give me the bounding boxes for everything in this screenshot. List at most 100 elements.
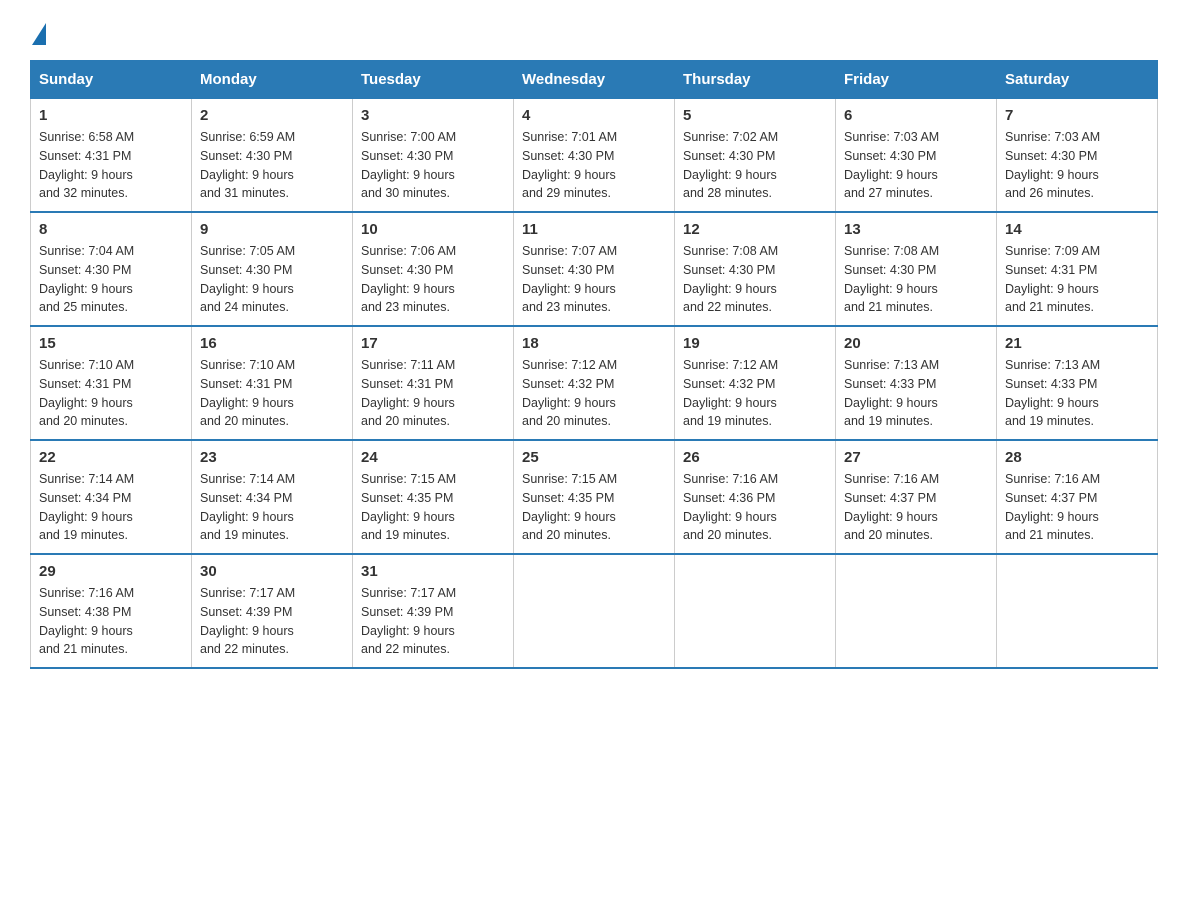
calendar-cell [836,554,997,668]
day-number: 10 [361,221,505,238]
day-info: Sunrise: 7:13 AM Sunset: 4:33 PM Dayligh… [844,356,988,431]
calendar-week-2: 8 Sunrise: 7:04 AM Sunset: 4:30 PM Dayli… [31,212,1158,326]
calendar-cell: 15 Sunrise: 7:10 AM Sunset: 4:31 PM Dayl… [31,326,192,440]
calendar-cell: 16 Sunrise: 7:10 AM Sunset: 4:31 PM Dayl… [192,326,353,440]
calendar-cell: 1 Sunrise: 6:58 AM Sunset: 4:31 PM Dayli… [31,99,192,213]
day-number: 27 [844,449,988,466]
day-info: Sunrise: 7:16 AM Sunset: 4:37 PM Dayligh… [844,470,988,545]
day-info: Sunrise: 7:15 AM Sunset: 4:35 PM Dayligh… [361,470,505,545]
day-info: Sunrise: 7:17 AM Sunset: 4:39 PM Dayligh… [361,584,505,659]
day-number: 11 [522,221,666,238]
day-number: 5 [683,107,827,124]
day-info: Sunrise: 7:10 AM Sunset: 4:31 PM Dayligh… [200,356,344,431]
calendar-cell: 12 Sunrise: 7:08 AM Sunset: 4:30 PM Dayl… [675,212,836,326]
day-number: 17 [361,335,505,352]
calendar-cell: 22 Sunrise: 7:14 AM Sunset: 4:34 PM Dayl… [31,440,192,554]
calendar-cell: 8 Sunrise: 7:04 AM Sunset: 4:30 PM Dayli… [31,212,192,326]
calendar-cell: 9 Sunrise: 7:05 AM Sunset: 4:30 PM Dayli… [192,212,353,326]
calendar-cell: 26 Sunrise: 7:16 AM Sunset: 4:36 PM Dayl… [675,440,836,554]
day-number: 28 [1005,449,1149,466]
day-number: 18 [522,335,666,352]
calendar-cell: 18 Sunrise: 7:12 AM Sunset: 4:32 PM Dayl… [514,326,675,440]
day-info: Sunrise: 7:16 AM Sunset: 4:36 PM Dayligh… [683,470,827,545]
day-info: Sunrise: 7:11 AM Sunset: 4:31 PM Dayligh… [361,356,505,431]
day-number: 16 [200,335,344,352]
logo [30,20,48,40]
day-info: Sunrise: 7:00 AM Sunset: 4:30 PM Dayligh… [361,128,505,203]
day-number: 13 [844,221,988,238]
calendar-header: SundayMondayTuesdayWednesdayThursdayFrid… [31,61,1158,99]
day-info: Sunrise: 7:09 AM Sunset: 4:31 PM Dayligh… [1005,242,1149,317]
day-number: 24 [361,449,505,466]
calendar-cell: 2 Sunrise: 6:59 AM Sunset: 4:30 PM Dayli… [192,99,353,213]
day-number: 15 [39,335,183,352]
calendar-cell: 31 Sunrise: 7:17 AM Sunset: 4:39 PM Dayl… [353,554,514,668]
calendar-cell: 6 Sunrise: 7:03 AM Sunset: 4:30 PM Dayli… [836,99,997,213]
calendar-cell: 11 Sunrise: 7:07 AM Sunset: 4:30 PM Dayl… [514,212,675,326]
day-number: 30 [200,563,344,580]
calendar-cell: 14 Sunrise: 7:09 AM Sunset: 4:31 PM Dayl… [997,212,1158,326]
day-number: 6 [844,107,988,124]
day-number: 2 [200,107,344,124]
day-info: Sunrise: 7:04 AM Sunset: 4:30 PM Dayligh… [39,242,183,317]
calendar-cell: 24 Sunrise: 7:15 AM Sunset: 4:35 PM Dayl… [353,440,514,554]
calendar-cell: 5 Sunrise: 7:02 AM Sunset: 4:30 PM Dayli… [675,99,836,213]
header-cell-sunday: Sunday [31,61,192,99]
day-number: 20 [844,335,988,352]
day-info: Sunrise: 7:01 AM Sunset: 4:30 PM Dayligh… [522,128,666,203]
header-cell-saturday: Saturday [997,61,1158,99]
calendar-cell: 4 Sunrise: 7:01 AM Sunset: 4:30 PM Dayli… [514,99,675,213]
logo-triangle-icon [32,23,46,45]
calendar-cell: 17 Sunrise: 7:11 AM Sunset: 4:31 PM Dayl… [353,326,514,440]
day-info: Sunrise: 7:07 AM Sunset: 4:30 PM Dayligh… [522,242,666,317]
day-info: Sunrise: 7:03 AM Sunset: 4:30 PM Dayligh… [844,128,988,203]
page-header [30,20,1158,40]
day-number: 8 [39,221,183,238]
day-info: Sunrise: 6:58 AM Sunset: 4:31 PM Dayligh… [39,128,183,203]
header-cell-friday: Friday [836,61,997,99]
day-info: Sunrise: 7:17 AM Sunset: 4:39 PM Dayligh… [200,584,344,659]
calendar-cell: 7 Sunrise: 7:03 AM Sunset: 4:30 PM Dayli… [997,99,1158,213]
day-number: 26 [683,449,827,466]
calendar-cell [675,554,836,668]
day-info: Sunrise: 7:03 AM Sunset: 4:30 PM Dayligh… [1005,128,1149,203]
calendar-cell: 29 Sunrise: 7:16 AM Sunset: 4:38 PM Dayl… [31,554,192,668]
day-info: Sunrise: 7:08 AM Sunset: 4:30 PM Dayligh… [683,242,827,317]
day-number: 19 [683,335,827,352]
day-info: Sunrise: 7:14 AM Sunset: 4:34 PM Dayligh… [39,470,183,545]
day-number: 9 [200,221,344,238]
day-number: 7 [1005,107,1149,124]
day-info: Sunrise: 7:14 AM Sunset: 4:34 PM Dayligh… [200,470,344,545]
calendar-cell: 23 Sunrise: 7:14 AM Sunset: 4:34 PM Dayl… [192,440,353,554]
day-info: Sunrise: 7:16 AM Sunset: 4:37 PM Dayligh… [1005,470,1149,545]
calendar-cell: 19 Sunrise: 7:12 AM Sunset: 4:32 PM Dayl… [675,326,836,440]
calendar-cell [514,554,675,668]
day-info: Sunrise: 7:12 AM Sunset: 4:32 PM Dayligh… [522,356,666,431]
day-number: 29 [39,563,183,580]
day-info: Sunrise: 6:59 AM Sunset: 4:30 PM Dayligh… [200,128,344,203]
calendar-cell: 27 Sunrise: 7:16 AM Sunset: 4:37 PM Dayl… [836,440,997,554]
day-number: 21 [1005,335,1149,352]
calendar-week-5: 29 Sunrise: 7:16 AM Sunset: 4:38 PM Dayl… [31,554,1158,668]
day-info: Sunrise: 7:13 AM Sunset: 4:33 PM Dayligh… [1005,356,1149,431]
header-cell-tuesday: Tuesday [353,61,514,99]
day-number: 25 [522,449,666,466]
day-info: Sunrise: 7:05 AM Sunset: 4:30 PM Dayligh… [200,242,344,317]
day-number: 4 [522,107,666,124]
calendar-cell: 30 Sunrise: 7:17 AM Sunset: 4:39 PM Dayl… [192,554,353,668]
day-info: Sunrise: 7:02 AM Sunset: 4:30 PM Dayligh… [683,128,827,203]
calendar-week-4: 22 Sunrise: 7:14 AM Sunset: 4:34 PM Dayl… [31,440,1158,554]
header-cell-wednesday: Wednesday [514,61,675,99]
calendar-cell: 10 Sunrise: 7:06 AM Sunset: 4:30 PM Dayl… [353,212,514,326]
day-info: Sunrise: 7:06 AM Sunset: 4:30 PM Dayligh… [361,242,505,317]
calendar-cell: 3 Sunrise: 7:00 AM Sunset: 4:30 PM Dayli… [353,99,514,213]
calendar-cell: 25 Sunrise: 7:15 AM Sunset: 4:35 PM Dayl… [514,440,675,554]
day-number: 12 [683,221,827,238]
day-info: Sunrise: 7:16 AM Sunset: 4:38 PM Dayligh… [39,584,183,659]
day-number: 14 [1005,221,1149,238]
calendar-cell [997,554,1158,668]
calendar-week-3: 15 Sunrise: 7:10 AM Sunset: 4:31 PM Dayl… [31,326,1158,440]
header-row: SundayMondayTuesdayWednesdayThursdayFrid… [31,61,1158,99]
calendar-table: SundayMondayTuesdayWednesdayThursdayFrid… [30,60,1158,669]
day-number: 23 [200,449,344,466]
